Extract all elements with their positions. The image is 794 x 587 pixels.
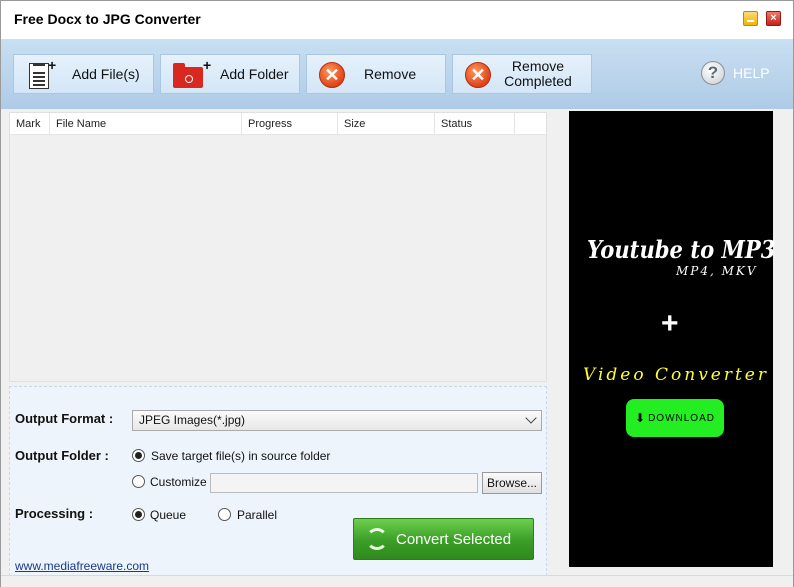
ad-plus: +: [661, 307, 679, 340]
customize-radio[interactable]: [132, 475, 145, 488]
custom-folder-input[interactable]: [210, 473, 478, 493]
column-header-mark[interactable]: Mark: [10, 113, 50, 135]
save-in-source-radio[interactable]: [132, 449, 145, 462]
queue-label: Queue: [150, 508, 187, 522]
remove-icon: ✕: [319, 61, 347, 89]
window-title: Free Docx to JPG Converter: [14, 11, 201, 27]
output-format-label: Output Format :: [15, 411, 114, 426]
convert-selected-button[interactable]: Convert Selected: [353, 518, 534, 560]
close-button[interactable]: ×: [766, 11, 781, 26]
output-format-value: JPEG Images(*.jpg): [139, 413, 246, 427]
app-window: Free Docx to JPG Converter × + Add File(…: [0, 0, 794, 587]
remove-completed-line1: Remove: [511, 58, 565, 74]
remove-button[interactable]: ✕ Remove: [306, 54, 446, 94]
ad-download-label: DOWNLOAD: [648, 412, 715, 424]
remove-completed-button[interactable]: ✕ Remove Completed: [452, 54, 592, 94]
help-button[interactable]: ? HELP: [701, 61, 770, 85]
column-header-file-name[interactable]: File Name: [50, 113, 242, 135]
add-files-label: Add File(s): [72, 66, 140, 82]
chevron-down-icon: [525, 412, 537, 424]
browse-button[interactable]: Browse...: [482, 472, 542, 494]
help-label: HELP: [733, 65, 770, 81]
advertisement-banner[interactable]: Youtube to MP3 MP4, MKV + Video Converte…: [569, 111, 776, 567]
file-list[interactable]: Mark File Name Progress Size Status: [9, 112, 547, 382]
column-header-status[interactable]: Status: [435, 113, 515, 135]
title-bar: Free Docx to JPG Converter ×: [1, 1, 793, 39]
processing-label: Processing :: [15, 506, 94, 521]
ad-video-text: Video Converter: [583, 365, 769, 385]
file-list-header: Mark File Name Progress Size Status: [10, 113, 546, 135]
queue-radio[interactable]: [132, 508, 145, 521]
website-link[interactable]: www.mediafreeware.com: [15, 559, 149, 573]
ad-subtitle: MP4, MKV: [676, 264, 758, 278]
add-folder-button[interactable]: + Add Folder: [160, 54, 300, 94]
remove-label: Remove: [364, 66, 417, 82]
minimize-button[interactable]: [743, 11, 758, 26]
download-arrow-icon: ⬇: [635, 411, 647, 425]
add-folder-icon: +: [173, 57, 211, 89]
help-icon: ?: [701, 61, 725, 85]
remove-completed-label: Remove Completed: [503, 59, 573, 89]
output-format-select[interactable]: JPEG Images(*.jpg): [132, 410, 542, 431]
toolbar: + Add File(s) + Add Folder ✕ Remove ✕ Re…: [1, 39, 793, 109]
save-in-source-label: Save target file(s) in source folder: [151, 449, 331, 463]
add-file-icon: +: [26, 57, 56, 89]
parallel-label: Parallel: [237, 508, 278, 522]
add-files-button[interactable]: + Add File(s): [13, 54, 154, 94]
output-folder-label: Output Folder :: [15, 448, 109, 463]
ad-title: Youtube to MP3: [587, 235, 776, 264]
ad-download-button[interactable]: ⬇ DOWNLOAD: [626, 399, 724, 437]
column-header-size[interactable]: Size: [338, 113, 435, 135]
options-panel: Output Format : JPEG Images(*.jpg) Outpu…: [9, 386, 547, 576]
customize-label: Customize :: [150, 475, 214, 489]
parallel-radio[interactable]: [218, 508, 231, 521]
convert-icon: [366, 528, 388, 550]
add-folder-label: Add Folder: [220, 66, 289, 82]
remove-completed-line2: Completed: [504, 73, 572, 89]
remove-completed-icon: ✕: [465, 61, 493, 89]
status-bar: [1, 575, 793, 587]
convert-selected-label: Convert Selected: [396, 531, 512, 548]
column-header-progress[interactable]: Progress: [242, 113, 338, 135]
